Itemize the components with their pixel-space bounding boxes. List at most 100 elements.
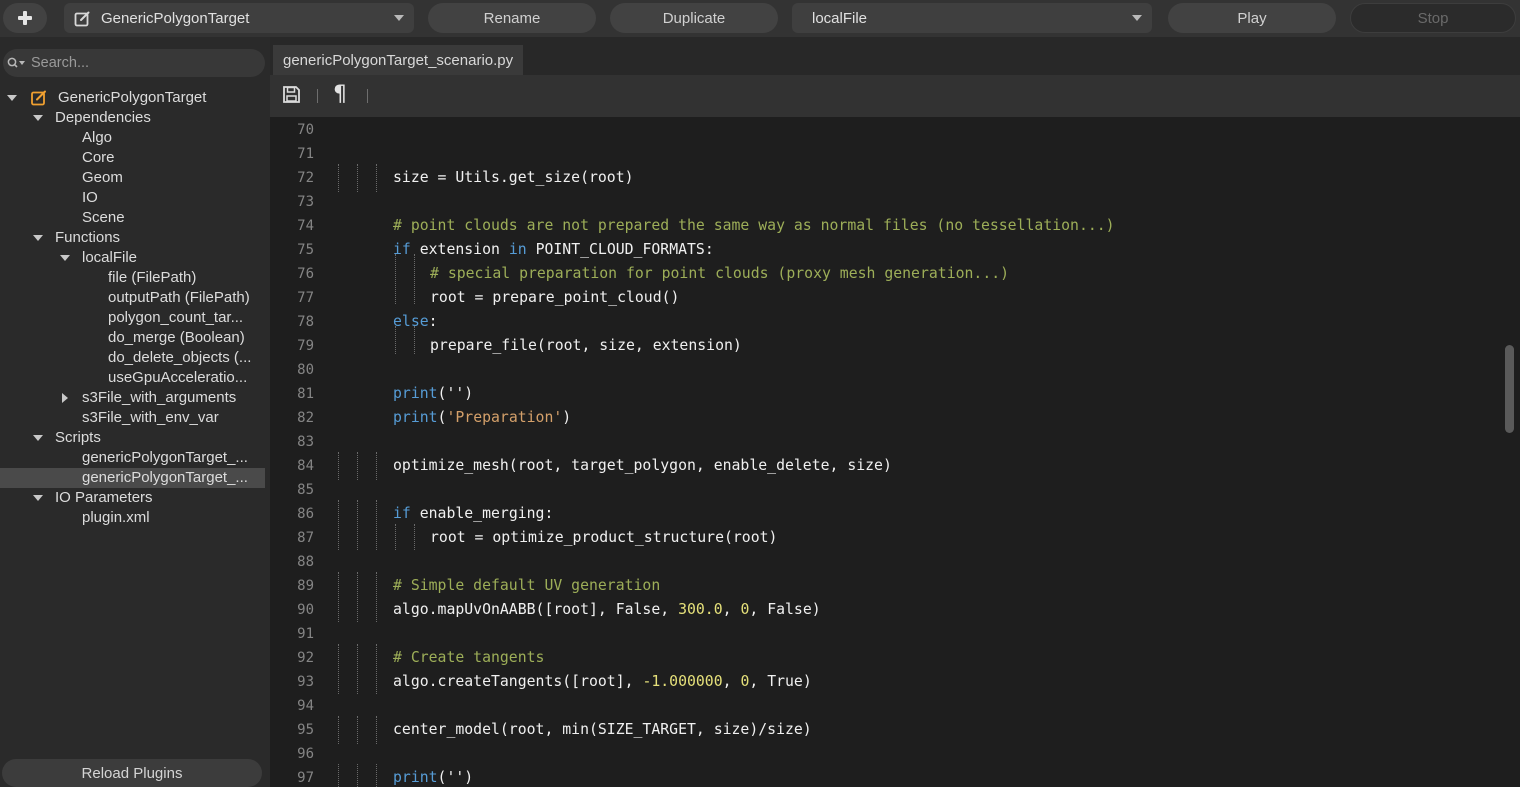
tree-item-dependency[interactable]: Core: [0, 148, 270, 168]
tree-label: do_delete_objects (...: [108, 349, 252, 366]
tree-item-scripts[interactable]: Scripts: [0, 428, 270, 448]
code-line: print('Preparation'): [393, 406, 571, 430]
line-number: 76: [297, 266, 314, 282]
tree-item-s3file-with-arguments[interactable]: s3File_with_arguments: [0, 388, 270, 408]
tree-label: s3File_with_env_var: [82, 409, 219, 426]
editor-tab-strip: genericPolygonTarget_scenario.py: [270, 37, 1520, 75]
line-number: 92: [297, 650, 314, 666]
expand-arrow-icon[interactable]: [33, 495, 43, 501]
indent-guide: [376, 500, 377, 550]
tree-item-io-param[interactable]: plugin.xml: [0, 508, 270, 528]
plugin-selector[interactable]: GenericPolygonTarget: [64, 3, 414, 33]
play-button[interactable]: Play: [1168, 3, 1336, 33]
tree-item-io-parameters[interactable]: IO Parameters: [0, 488, 270, 508]
pilcrow-icon[interactable]: ¶: [333, 82, 347, 107]
tree-item-localfile[interactable]: localFile: [0, 248, 270, 268]
code-text: , False): [749, 601, 821, 618]
tree-item-param[interactable]: do_merge (Boolean): [0, 328, 270, 348]
indent-guide: [357, 764, 358, 787]
tree-item-s3file-with-env-var[interactable]: s3File_with_env_var: [0, 408, 270, 428]
indent-guide: [338, 164, 339, 192]
stop-button[interactable]: Stop: [1350, 3, 1516, 33]
tree-item-param[interactable]: outputPath (FilePath): [0, 288, 270, 308]
code-text: extension: [410, 241, 509, 258]
indent-guide: [338, 572, 339, 622]
tree-item-param[interactable]: useGpuAcceleratio...: [0, 368, 270, 388]
expand-arrow-icon[interactable]: [33, 235, 43, 241]
function-name: localFile: [812, 9, 868, 27]
tree-item-script-selected[interactable]: genericPolygonTarget_...: [0, 468, 265, 488]
code-text: , True): [749, 673, 812, 690]
tree-item-functions[interactable]: Functions: [0, 228, 270, 248]
code-text: ): [562, 409, 572, 426]
line-number: 89: [297, 578, 314, 594]
indent-guide: [338, 716, 339, 744]
line-number: 96: [297, 746, 314, 762]
indent-guide: [357, 716, 358, 744]
line-number: 77: [297, 290, 314, 306]
code-editor[interactable]: 70 71 72 73 74 75 76 77 78 79 80 81 82 8…: [270, 117, 1520, 787]
tree-item-root[interactable]: GenericPolygonTarget: [0, 88, 270, 108]
code-line: # special preparation for point clouds (…: [430, 265, 1010, 282]
tree-item-dependency[interactable]: Algo: [0, 128, 270, 148]
code-text: :: [428, 313, 438, 330]
line-number: 71: [297, 146, 314, 162]
tree-item-param[interactable]: file (FilePath): [0, 268, 270, 288]
indent-guide: [357, 452, 358, 480]
line-number: 91: [297, 626, 314, 642]
rename-button[interactable]: Rename: [428, 3, 596, 33]
code-line: algo.mapUvOnAABB([root], False, 300.0, 0…: [393, 598, 821, 622]
tree-label: localFile: [82, 249, 138, 266]
plugin-explorer: Search... GenericPolygonTarget Dependenc…: [0, 37, 270, 787]
search-input[interactable]: Search...: [3, 49, 265, 77]
line-number: 83: [297, 434, 314, 450]
code-text: (''): [437, 769, 474, 786]
line-number: 75: [297, 242, 314, 258]
tree-label: GenericPolygonTarget: [58, 89, 207, 106]
indent-guide: [376, 716, 377, 744]
line-number: 78: [297, 314, 314, 330]
tree-label: outputPath (FilePath): [108, 289, 250, 306]
expand-arrow-icon[interactable]: [60, 255, 70, 261]
indent-guide: [338, 452, 339, 480]
collapse-arrow-icon[interactable]: [62, 393, 68, 403]
line-number: 85: [297, 482, 314, 498]
tab-scenario-file[interactable]: genericPolygonTarget_scenario.py: [273, 45, 524, 75]
indent-guide: [338, 764, 339, 787]
code-line: root = prepare_point_cloud(): [430, 289, 680, 306]
code-line: print(''): [393, 766, 473, 787]
edit-icon: [74, 11, 90, 26]
line-number: 90: [297, 602, 314, 618]
code-text: ,: [722, 673, 741, 690]
reload-plugins-button[interactable]: Reload Plugins: [2, 759, 262, 787]
save-icon[interactable]: [282, 85, 301, 104]
function-selector[interactable]: localFile: [792, 3, 1152, 33]
line-number: 87: [297, 530, 314, 546]
indent-guide: [376, 572, 377, 622]
vertical-scrollbar[interactable]: [1505, 345, 1514, 433]
expand-arrow-icon[interactable]: [33, 115, 43, 121]
duplicate-button[interactable]: Duplicate: [610, 3, 778, 33]
tree-item-dependencies[interactable]: Dependencies: [0, 108, 270, 128]
tree-item-script[interactable]: genericPolygonTarget_...: [0, 448, 270, 468]
search-placeholder: Search...: [31, 55, 90, 71]
line-number: 72: [297, 170, 314, 186]
toolbar-separator: [367, 89, 368, 103]
line-number: 80: [297, 362, 314, 378]
line-number-gutter: 70 71 72 73 74 75 76 77 78 79 80 81 82 8…: [270, 117, 318, 787]
tree-item-param[interactable]: do_delete_objects (...: [0, 348, 270, 368]
expand-arrow-icon[interactable]: [7, 95, 17, 101]
add-plugin-button[interactable]: [3, 3, 47, 33]
tree-item-dependency[interactable]: IO: [0, 188, 270, 208]
line-number: 81: [297, 386, 314, 402]
tree-label: Scripts: [55, 429, 101, 446]
tree-item-param[interactable]: polygon_count_tar...: [0, 308, 270, 328]
line-number: 88: [297, 554, 314, 570]
tree-item-dependency[interactable]: Scene: [0, 208, 270, 228]
expand-arrow-icon[interactable]: [33, 435, 43, 441]
tree-item-dependency[interactable]: Geom: [0, 168, 270, 188]
indent-guide: [357, 644, 358, 694]
plus-icon: [18, 11, 32, 25]
indent-guide: [414, 524, 415, 550]
indent-guide: [376, 452, 377, 480]
